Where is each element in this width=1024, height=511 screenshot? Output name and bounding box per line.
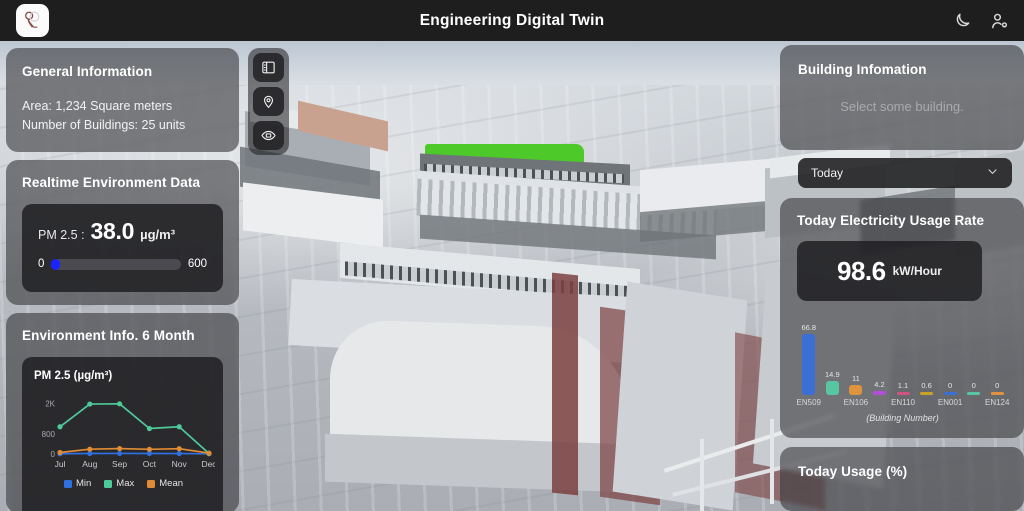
bar-value-label: 0 xyxy=(948,381,953,390)
building-block xyxy=(552,272,578,496)
moon-icon[interactable] xyxy=(952,11,972,31)
legend-label: Min xyxy=(75,478,92,489)
general-information-body: Area: 1,234 Square meters Number of Buil… xyxy=(22,97,223,135)
building-block xyxy=(612,281,748,511)
today-usage-title: Today Usage (%) xyxy=(798,464,908,479)
svg-text:Aug: Aug xyxy=(82,459,97,469)
bar-value-label: 0 xyxy=(995,381,1000,390)
electricity-rate-card: 98.6 kW/Hour xyxy=(797,241,982,301)
svg-text:2K: 2K xyxy=(45,400,55,409)
legend-item[interactable]: Mean xyxy=(147,478,183,489)
electricity-rate-value: 98.6 xyxy=(837,255,886,286)
building-information-panel: Building Infomation Select some building… xyxy=(780,45,1024,150)
gauge-track[interactable] xyxy=(51,258,181,270)
user-account-icon[interactable] xyxy=(990,11,1010,31)
legend-item[interactable]: Min xyxy=(63,478,92,489)
line-chart-svg: 0 800 2K Jul Aug Sep Oct Nov Dec xyxy=(42,400,218,469)
app-root: Engineering Digital Twin General Informa… xyxy=(0,0,1024,511)
header-actions xyxy=(952,0,1010,41)
pm25-gauge[interactable]: 0 600 xyxy=(38,258,207,270)
chevron-down-icon xyxy=(986,165,999,181)
svg-text:Nov: Nov xyxy=(172,459,188,469)
today-usage-panel: Today Usage (%) xyxy=(780,447,1024,511)
svg-text:Sep: Sep xyxy=(112,459,127,469)
building-information-empty-state: Select some building. xyxy=(840,99,964,114)
realtime-environment-title: Realtime Environment Data xyxy=(22,175,201,190)
location-pin-icon[interactable] xyxy=(253,87,284,116)
pm25-line-chart-card: PM 2.5 (µg/m³) 0 800 2K Jul Aug Sep Oct Nov Dec … xyxy=(22,357,223,511)
electricity-rate-unit: kW/Hour xyxy=(892,264,942,278)
bar-value-label: 0 xyxy=(971,381,976,390)
electricity-usage-panel: Today Electricity Usage Rate 98.6 kW/Hou… xyxy=(780,198,1024,438)
legend-swatch xyxy=(104,479,113,488)
page-title: Engineering Digital Twin xyxy=(419,11,605,29)
bar[interactable] xyxy=(990,392,1004,395)
building-usage-bar-chart[interactable]: 66.8 14.9 11 4.2 1.1 0.6 0 0 0 xyxy=(797,317,1009,395)
bar-value-label: 1.1 xyxy=(897,381,909,390)
bar[interactable] xyxy=(802,333,816,395)
bar-value-label: 0.6 xyxy=(921,381,932,390)
environment-info-title: Environment Info. 6 Month xyxy=(22,328,195,343)
period-select[interactable]: Today xyxy=(798,158,1012,188)
bar[interactable] xyxy=(967,392,981,395)
legend-swatch xyxy=(147,479,156,488)
bar-value-label: 11 xyxy=(851,373,860,383)
layers-panel-icon[interactable] xyxy=(253,53,284,82)
general-information-title: General Information xyxy=(22,64,153,79)
line-chart-title: PM 2.5 (µg/m³) xyxy=(34,370,113,382)
bar[interactable] xyxy=(872,391,886,395)
bar-x-label: EN110 xyxy=(891,398,915,407)
bar[interactable] xyxy=(825,381,839,395)
eye-view-icon[interactable] xyxy=(253,121,284,150)
pm25-unit: µg/m³ xyxy=(140,227,176,242)
bar-x-label: EN124 xyxy=(984,398,1010,407)
electricity-usage-title: Today Electricity Usage Rate xyxy=(797,213,985,228)
bar[interactable] xyxy=(896,392,910,395)
building-block xyxy=(770,419,774,504)
building-block xyxy=(700,439,704,511)
pm25-readout: PM 2.5 : 38.0 µg/m³ xyxy=(38,218,207,245)
bar-chart-x-axis-caption: (Building Number) xyxy=(866,413,939,423)
bar-value-label: 14.9 xyxy=(825,370,840,380)
legend-item[interactable]: Max xyxy=(104,478,134,489)
svg-text:Oct: Oct xyxy=(143,459,157,469)
pm25-label: PM 2.5 : xyxy=(38,228,85,242)
environment-info-panel: Environment Info. 6 Month PM 2.5 (µg/m³)… xyxy=(6,313,239,511)
bar-x-label: EN106 xyxy=(843,398,869,407)
pm25-card: PM 2.5 : 38.0 µg/m³ 0 600 xyxy=(22,204,223,292)
svg-text:0: 0 xyxy=(51,450,56,459)
bar-x-label: EN001 xyxy=(937,398,963,407)
line-chart-legend: Min Max Mean xyxy=(34,478,213,489)
bar-x-label: EN509 xyxy=(796,398,822,407)
svg-text:Jul: Jul xyxy=(55,459,66,469)
pm25-line-chart[interactable]: 0 800 2K Jul Aug Sep Oct Nov Dec xyxy=(34,388,218,472)
svg-text:800: 800 xyxy=(42,430,56,439)
period-select-value: Today xyxy=(811,166,844,180)
legend-label: Max xyxy=(116,478,135,489)
bar-value-label: 66.8 xyxy=(801,322,817,332)
legend-label: Mean xyxy=(159,478,184,489)
building-information-title: Building Infomation xyxy=(798,62,927,77)
bar-chart-x-labels: EN509 EN106 EN110 EN001 EN124 xyxy=(797,398,1010,410)
buildings-value: Number of Buildings: 25 units xyxy=(22,118,186,132)
bar-value-label: 4.2 xyxy=(874,380,885,390)
bar[interactable] xyxy=(943,392,957,395)
svg-text:Dec: Dec xyxy=(201,459,215,469)
realtime-environment-panel: Realtime Environment Data PM 2.5 : 38.0 … xyxy=(6,160,239,305)
gauge-fill xyxy=(51,258,60,270)
pm25-value: 38.0 xyxy=(90,218,135,244)
gauge-max-label: 600 xyxy=(187,258,207,270)
area-value: Area: 1,234 Square meters xyxy=(22,99,173,113)
bar[interactable] xyxy=(849,384,863,395)
general-information-panel: General Information Area: 1,234 Square m… xyxy=(6,48,239,152)
bar[interactable] xyxy=(920,392,934,395)
legend-swatch xyxy=(63,479,72,488)
viewport-toolbar xyxy=(248,48,289,155)
gauge-min-label: 0 xyxy=(38,258,45,270)
app-header: Engineering Digital Twin xyxy=(0,0,1024,41)
